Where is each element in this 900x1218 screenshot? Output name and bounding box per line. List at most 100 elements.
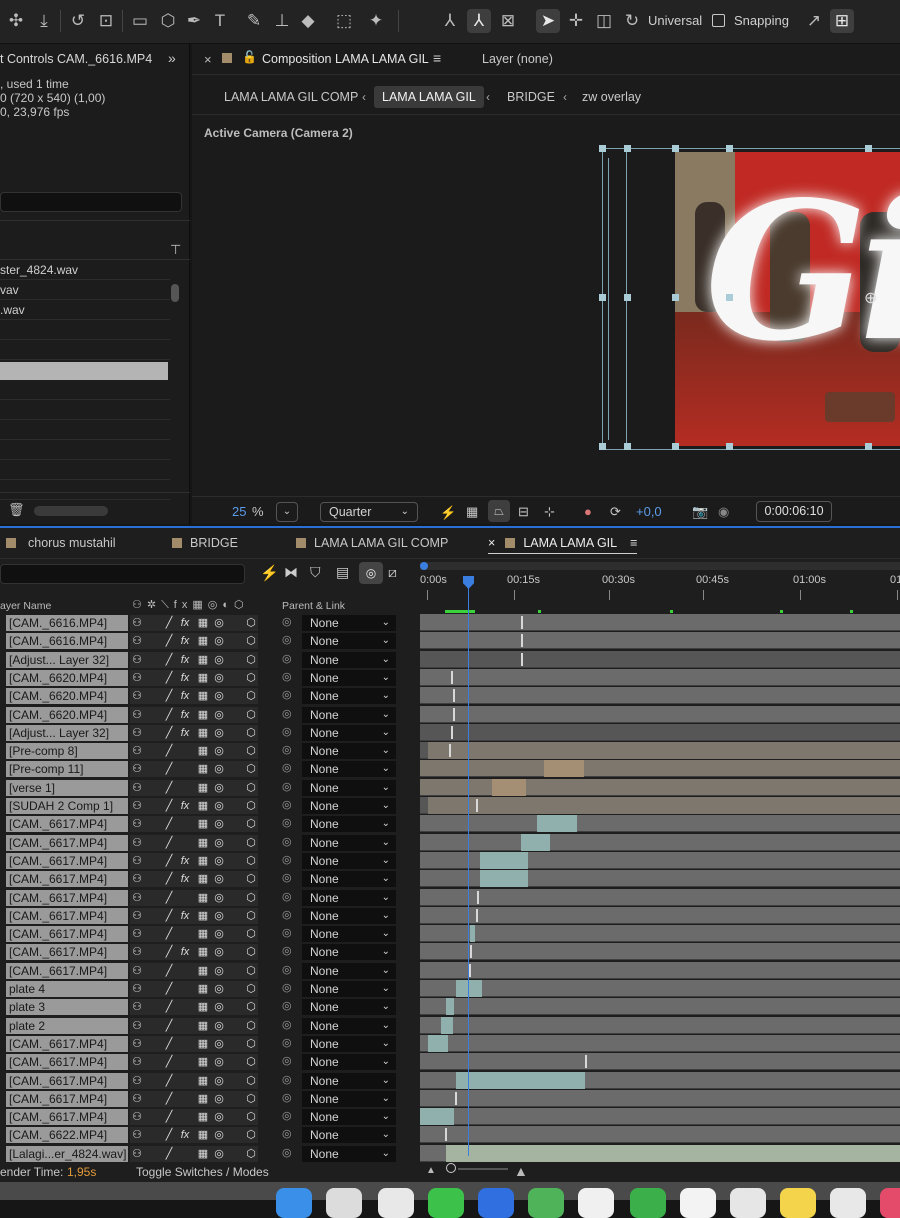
layer-duration-bar[interactable] [441, 1016, 453, 1034]
layer-track[interactable] [420, 815, 900, 833]
zoom-slider-knob[interactable] [446, 1163, 456, 1173]
tab-menu-icon[interactable]: ≡ [630, 536, 637, 550]
tab-menu-icon[interactable]: ≡ [433, 50, 441, 66]
quality-switch-icon[interactable]: ╱ [162, 835, 176, 851]
layer-name[interactable]: [CAM._6616.MP4] [6, 633, 128, 650]
layer-track[interactable] [420, 668, 900, 686]
3d-layer-switch-icon[interactable]: ⬡ [244, 890, 258, 906]
layer-duration-bar[interactable] [521, 833, 550, 851]
3d-layer-switch-icon[interactable]: ⬡ [244, 853, 258, 869]
shy-switch-icon[interactable]: ⚇ [130, 1127, 144, 1143]
layer-duration-bar[interactable] [470, 925, 475, 943]
shy-switch-icon[interactable]: ⚇ [130, 1091, 144, 1107]
layer-row[interactable]: plate 2 ⚇ ╱ ▦ ◎ ⬡ ◎ None ⌄ [0, 1016, 900, 1035]
motion-blur-switch-icon[interactable]: ◎ [212, 1091, 226, 1107]
layer-name[interactable]: [CAM._6617.MP4] [6, 926, 128, 943]
quality-switch-icon[interactable]: ╱ [162, 1146, 176, 1162]
adjustment-switch-icon[interactable]: ▦ [196, 652, 210, 668]
3d-layer-switch-icon[interactable]: ⬡ [244, 707, 258, 723]
transform-handle[interactable] [726, 294, 733, 301]
current-time-display[interactable]: 0:00:06:10 [756, 501, 832, 522]
transform-tool-icon[interactable]: ✛ [564, 9, 588, 33]
3d-layer-switch-icon[interactable]: ⬡ [244, 1018, 258, 1034]
shy-switch-icon[interactable]: ⚇ [130, 963, 144, 979]
motion-blur-switch-icon[interactable]: ◎ [212, 780, 226, 796]
layer-in-point-marker[interactable] [470, 945, 472, 959]
resolution-dropdown[interactable]: Quarter ⌄ [320, 502, 418, 522]
pick-whip-icon[interactable]: ◎ [282, 1109, 292, 1122]
adjustment-switch-icon[interactable]: ▦ [196, 633, 210, 649]
layer-row[interactable]: [CAM._6617.MP4] ⚇ ╱ ▦ ◎ ⬡ ◎ None ⌄ [0, 925, 900, 943]
layer-name[interactable]: [Lalagi...er_4824.wav] [6, 1145, 128, 1162]
motion-blur-switch-icon[interactable]: ◎ [212, 1018, 226, 1034]
pick-whip-icon[interactable]: ◎ [282, 835, 292, 848]
parent-dropdown[interactable]: None ⌄ [302, 871, 396, 888]
layer-row[interactable]: [CAM._6617.MP4] ⚇ ╱ ▦ ◎ ⬡ ◎ None ⌄ [0, 1053, 900, 1071]
layer-name[interactable]: [CAM._6617.MP4] [6, 852, 128, 869]
motion-blur-switch-icon[interactable]: ◎ [212, 963, 226, 979]
layer-track[interactable] [420, 1144, 900, 1162]
layer-name[interactable]: [CAM._6617.MP4] [6, 871, 128, 888]
layer-row[interactable]: [CAM._6617.MP4] ⚇ ╱ ▦ ◎ ⬡ fx ◎ None ⌄ [0, 851, 900, 870]
adjustment-switch-icon[interactable]: ▦ [196, 1036, 210, 1052]
layer-track[interactable] [420, 742, 900, 760]
layer-track[interactable] [420, 906, 900, 924]
layer-row[interactable]: [CAM._6620.MP4] ⚇ ╱ ▦ ◎ ⬡ fx ◎ None ⌄ [0, 668, 900, 687]
layer-row[interactable]: [CAM._6617.MP4] ⚇ ╱ ▦ ◎ ⬡ ◎ None ⌄ [0, 815, 900, 833]
motion-blur-switch-icon[interactable]: ◎ [212, 1073, 226, 1089]
layer-row[interactable]: [CAM._6617.MP4] ⚇ ╱ ▦ ◎ ⬡ ◎ None ⌄ [0, 1034, 900, 1053]
layer-row[interactable]: [CAM._6617.MP4] ⚇ ╱ ▦ ◎ ⬡ fx ◎ None ⌄ [0, 943, 900, 961]
layer-row[interactable]: [CAM._6617.MP4] ⚇ ╱ ▦ ◎ ⬡ ◎ None ⌄ [0, 888, 900, 907]
motion-blur-switch-icon[interactable]: ◎ [212, 1036, 226, 1052]
scale-icon[interactable]: ◫ [592, 9, 616, 33]
project-list-item[interactable] [0, 340, 170, 360]
parent-dropdown[interactable]: None ⌄ [302, 1145, 396, 1162]
project-search-input[interactable] [0, 192, 182, 212]
effects-switch-icon[interactable]: fx [178, 707, 192, 723]
3d-layer-switch-icon[interactable]: ⬡ [244, 780, 258, 796]
breadcrumb-lama-lama-gil[interactable]: LAMA LAMA GIL [374, 86, 484, 108]
motion-blur-switch-icon[interactable]: ◎ [212, 908, 226, 924]
exposure-value[interactable]: +0,0 [636, 501, 662, 523]
adjustment-switch-icon[interactable]: ▦ [196, 835, 210, 851]
adjustment-switch-icon[interactable]: ▦ [196, 981, 210, 997]
local-axis-icon[interactable]: ⅄ [438, 9, 462, 33]
project-list-item[interactable] [0, 320, 170, 340]
zoom-out-icon[interactable]: ▲ [426, 1165, 436, 1176]
pick-whip-icon[interactable]: ◎ [282, 981, 292, 994]
layer-track[interactable] [420, 1108, 900, 1126]
motion-blur-switch-icon[interactable]: ◎ [212, 707, 226, 723]
3d-layer-switch-icon[interactable]: ⬡ [244, 1109, 258, 1125]
layer-duration-bar[interactable] [456, 980, 482, 997]
adjustment-switch-icon[interactable]: ▦ [196, 890, 210, 906]
transform-handle[interactable] [624, 443, 631, 450]
project-list-item[interactable] [0, 440, 170, 460]
motion-blur-switch-icon[interactable]: ◎ [212, 926, 226, 942]
3d-layer-switch-icon[interactable]: ⬡ [244, 1073, 258, 1089]
layer-name[interactable]: [CAM._6617.MP4] [6, 1072, 128, 1089]
quality-switch-icon[interactable]: ╱ [162, 725, 176, 741]
3d-layer-switch-icon[interactable]: ⬡ [244, 816, 258, 832]
motion-blur-switch-icon[interactable]: ◎ [212, 944, 226, 960]
pick-whip-icon[interactable]: ◎ [282, 1018, 292, 1031]
zoom-value[interactable]: 25 [232, 501, 246, 523]
adjustment-switch-icon[interactable]: ▦ [196, 1018, 210, 1034]
world-axis-icon[interactable]: ⅄ [467, 9, 491, 33]
quality-switch-icon[interactable]: ╱ [162, 944, 176, 960]
quality-switch-icon[interactable]: ╱ [162, 999, 176, 1015]
parent-dropdown[interactable]: None ⌄ [302, 962, 396, 979]
layer-in-point-marker[interactable] [453, 707, 455, 721]
motion-blur-switch-icon[interactable]: ◎ [212, 871, 226, 887]
shy-switch-icon[interactable]: ⚇ [130, 944, 144, 960]
transform-handle[interactable] [865, 443, 872, 450]
layer-name[interactable]: [SUDAH 2 Comp 1] [6, 798, 128, 814]
adjustment-switch-icon[interactable]: ▦ [196, 725, 210, 741]
adjustment-switch-icon[interactable]: ▦ [196, 871, 210, 887]
parent-dropdown[interactable]: None ⌄ [302, 651, 396, 668]
adjustment-switch-icon[interactable]: ▦ [196, 707, 210, 723]
reminders-dock-icon[interactable] [830, 1188, 866, 1218]
layer-name[interactable]: [CAM._6620.MP4] [6, 669, 128, 686]
layer-name[interactable]: [verse 1] [6, 779, 128, 796]
transform-handle[interactable] [599, 294, 606, 301]
shy-switch-icon[interactable]: ⚇ [130, 999, 144, 1015]
